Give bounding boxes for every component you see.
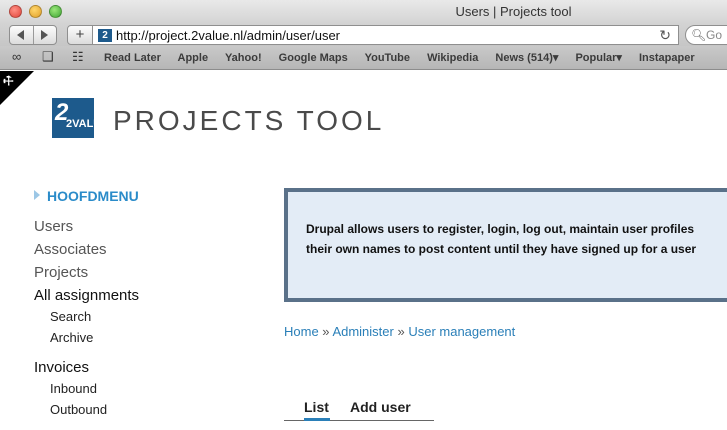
help-line-1: Drupal allows users to register, login, … <box>306 222 695 236</box>
site-logo[interactable]: 2 2VALUE <box>52 98 109 138</box>
menu-sub-search[interactable]: Search <box>50 309 91 324</box>
bookmark-item[interactable]: Wikipedia <box>427 52 478 64</box>
menu-sub-inbound[interactable]: Inbound <box>50 381 97 396</box>
breadcrumb-user-management-link[interactable]: User management <box>408 324 515 339</box>
main-menu-heading-label: HOOFDMENU <box>47 188 139 204</box>
forward-arrow-icon[interactable] <box>41 30 48 40</box>
search-placeholder: Go <box>706 28 723 42</box>
reading-list-icon[interactable]: ∞ <box>12 49 21 64</box>
nav-buttons <box>9 25 57 45</box>
menu-item-users[interactable]: Users <box>34 218 73 235</box>
search-icon: 🔍︎ <box>691 28 707 42</box>
bookmarks-book-icon[interactable]: ❑ <box>42 49 54 65</box>
bookmark-item[interactable]: Yahoo! <box>225 52 262 64</box>
add-bookmark-button[interactable]: + <box>67 25 93 45</box>
browser-toolbar: + 2 http://project.2value.nl/admin/user/… <box>0 24 727 46</box>
page-content: ⚒ 2 2VALUE PROJECTS TOOL HOOFDMENU Users… <box>0 71 727 430</box>
bookmark-item[interactable]: YouTube <box>365 52 410 64</box>
search-field[interactable]: 🔍︎ Go <box>685 25 727 45</box>
window-titlebar: Users | Projects tool <box>0 0 727 24</box>
bookmark-item[interactable]: Read Later <box>104 52 161 64</box>
back-arrow-icon[interactable] <box>17 30 24 40</box>
nav-divider <box>33 26 34 44</box>
bookmark-item[interactable]: News (514)▾ <box>495 52 558 64</box>
bookmark-item[interactable]: Apple <box>178 52 209 64</box>
menu-sub-archive[interactable]: Archive <box>50 330 93 345</box>
site-name[interactable]: PROJECTS TOOL <box>113 105 384 137</box>
window-title: Users | Projects tool <box>455 4 572 19</box>
logo-text: 2VALUE <box>66 118 109 130</box>
menu-item-associates[interactable]: Associates <box>34 241 107 258</box>
breadcrumb-administer-link[interactable]: Administer <box>332 324 393 339</box>
site-favicon-icon: 2 <box>98 29 112 42</box>
address-bar[interactable]: 2 http://project.2value.nl/admin/user/us… <box>93 25 679 45</box>
help-text: Drupal allows users to register, login, … <box>306 219 696 259</box>
help-message: Drupal allows users to register, login, … <box>284 188 727 302</box>
primary-tabs: List Add user <box>284 398 434 421</box>
menu-item-projects[interactable]: Projects <box>34 264 88 281</box>
main-menu-heading: HOOFDMENU <box>34 188 139 204</box>
bookmark-item[interactable]: Popular▾ <box>575 52 621 64</box>
menu-item-invoices[interactable]: Invoices <box>34 359 89 376</box>
help-line-2: their own names to post content until th… <box>306 242 697 256</box>
breadcrumb-home-link[interactable]: Home <box>284 324 319 339</box>
tab-list[interactable]: List <box>304 399 329 415</box>
bookmarks-bar: ∞ ❑ ☷ Read Later Apple Yahoo! Google Map… <box>0 46 727 70</box>
breadcrumb: Home » Administer » User management <box>284 324 515 339</box>
menu-item-all-assignments[interactable]: All assignments <box>34 287 139 304</box>
bookmark-items: Read Later Apple Yahoo! Google Maps YouT… <box>104 51 709 64</box>
bookmark-item[interactable]: Instapaper <box>639 52 695 64</box>
active-tab-indicator <box>304 418 330 421</box>
breadcrumb-separator: » <box>393 324 409 339</box>
tab-add-user[interactable]: Add user <box>350 399 411 415</box>
url-text[interactable]: http://project.2value.nl/admin/user/user <box>116 28 340 43</box>
top-sites-grid-icon[interactable]: ☷ <box>72 49 84 65</box>
triangle-right-icon <box>34 190 40 200</box>
menu-sub-outbound[interactable]: Outbound <box>50 402 107 417</box>
breadcrumb-separator: » <box>318 324 333 339</box>
bookmark-item[interactable]: Google Maps <box>279 52 348 64</box>
reload-icon[interactable]: ↻ <box>659 27 671 44</box>
